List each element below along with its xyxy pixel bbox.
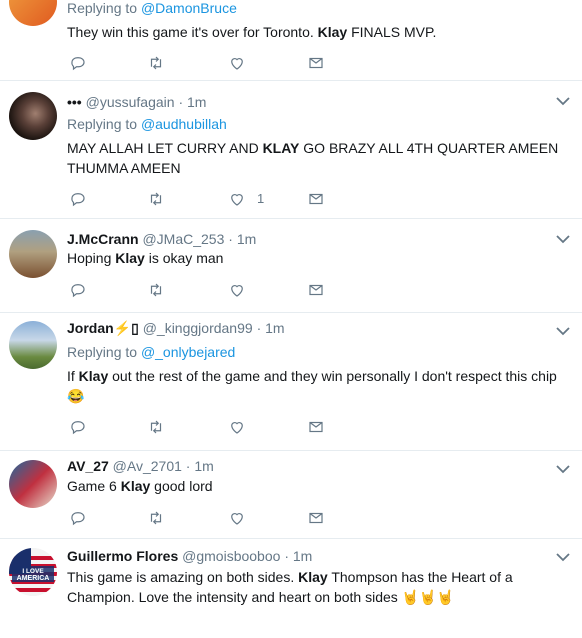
retweet-icon[interactable]: [147, 509, 167, 529]
avatar[interactable]: [9, 0, 57, 26]
chevron-down-icon[interactable]: [556, 96, 570, 106]
tweet-text: If Klay out the rest of the game and the…: [67, 368, 557, 404]
display-name[interactable]: J.McCrann: [67, 231, 139, 247]
avatar[interactable]: [9, 92, 57, 140]
message-icon[interactable]: [307, 509, 327, 529]
reply-icon[interactable]: [69, 418, 89, 438]
avatar[interactable]: [9, 230, 57, 278]
svg-text:AMERICA: AMERICA: [17, 575, 50, 582]
tweet[interactable]: Replying to @DamonBruce They win this ga…: [0, 0, 582, 81]
retweet-icon[interactable]: [147, 281, 167, 301]
timestamp[interactable]: 1m: [187, 94, 206, 110]
tweet[interactable]: J.McCrann @JMaC_253 · 1m Hoping Klay is …: [0, 218, 582, 313]
chevron-down-icon[interactable]: [556, 234, 570, 244]
reply-handle-link[interactable]: @_onlybejared: [141, 344, 235, 360]
avatar[interactable]: I LOVE AMERICA: [9, 548, 57, 596]
svg-text:I LOVE: I LOVE: [22, 568, 44, 575]
retweet-icon[interactable]: [147, 54, 167, 74]
reply-icon[interactable]: [69, 509, 89, 529]
chevron-down-icon[interactable]: [556, 552, 570, 562]
display-name[interactable]: AV_27: [67, 458, 109, 474]
retweet-icon[interactable]: [147, 190, 167, 210]
tweet-header: J.McCrann @JMaC_253 · 1m: [67, 231, 257, 247]
timestamp[interactable]: 1m: [293, 548, 312, 564]
reply-icon[interactable]: [69, 54, 89, 74]
message-icon[interactable]: [307, 54, 327, 74]
message-icon[interactable]: [307, 418, 327, 438]
tweet[interactable]: I LOVE AMERICA Guillermo Flores @gmoisbo…: [0, 538, 582, 638]
avatar-image: I LOVE AMERICA: [9, 548, 57, 596]
like-icon[interactable]: [228, 418, 248, 438]
display-name[interactable]: •••: [67, 94, 82, 110]
avatar[interactable]: [9, 460, 57, 508]
reply-icon[interactable]: [69, 190, 89, 210]
like-icon[interactable]: [228, 190, 248, 210]
tweet[interactable]: AV_27 @Av_2701 · 1m Game 6 Klay good lor…: [0, 450, 582, 539]
retweet-icon[interactable]: [147, 418, 167, 438]
chevron-down-icon[interactable]: [556, 326, 570, 336]
like-icon[interactable]: [228, 509, 248, 529]
tweet[interactable]: Jordan⚡▯ @_kinggjordan99 · 1m Replying t…: [0, 312, 582, 451]
emoji: 🤘🤘🤘: [401, 589, 454, 605]
tweet-text: MAY ALLAH LET CURRY AND KLAY GO BRAZY AL…: [67, 140, 559, 176]
chevron-down-icon[interactable]: [556, 464, 570, 474]
timestamp[interactable]: 1m: [194, 458, 213, 474]
reply-to: Replying to @DamonBruce: [67, 0, 237, 16]
handle[interactable]: @_kinggjordan99: [143, 320, 253, 336]
timestamp[interactable]: 1m: [265, 320, 284, 336]
display-name[interactable]: Guillermo Flores: [67, 548, 178, 564]
reply-to: Replying to @audhubillah: [67, 116, 227, 132]
reply-handle-link[interactable]: @audhubillah: [141, 116, 227, 132]
emoji: 😂: [67, 388, 85, 404]
like-count: 1: [257, 191, 265, 206]
message-icon[interactable]: [307, 281, 327, 301]
reply-to: Replying to @_onlybejared: [67, 344, 236, 360]
avatar[interactable]: [9, 321, 57, 369]
reply-handle-link[interactable]: @DamonBruce: [141, 0, 237, 16]
display-name[interactable]: Jordan⚡▯: [67, 320, 139, 336]
tweet-text: This game is amazing on both sides. Klay…: [67, 569, 513, 605]
tweet-text: Hoping Klay is okay man: [67, 250, 224, 266]
tweet-header: Jordan⚡▯ @_kinggjordan99 · 1m: [67, 320, 285, 336]
timestamp[interactable]: 1m: [237, 231, 256, 247]
tweet-text: Game 6 Klay good lord: [67, 478, 213, 494]
handle[interactable]: @gmoisbooboo: [182, 548, 280, 564]
like-icon[interactable]: [228, 281, 248, 301]
handle[interactable]: @JMaC_253: [142, 231, 224, 247]
like-icon[interactable]: [228, 54, 248, 74]
handle[interactable]: @yussufagain: [86, 94, 175, 110]
reply-icon[interactable]: [69, 281, 89, 301]
handle[interactable]: @Av_2701: [113, 458, 182, 474]
tweet-header: Guillermo Flores @gmoisbooboo · 1m: [67, 548, 313, 564]
tweet-header: ••• @yussufagain · 1m: [67, 94, 207, 110]
tweet-header: AV_27 @Av_2701 · 1m: [67, 458, 214, 474]
tweet[interactable]: ••• @yussufagain · 1m Replying to @audhu…: [0, 80, 582, 219]
tweet-text: They win this game it's over for Toronto…: [67, 24, 437, 40]
message-icon[interactable]: [307, 190, 327, 210]
